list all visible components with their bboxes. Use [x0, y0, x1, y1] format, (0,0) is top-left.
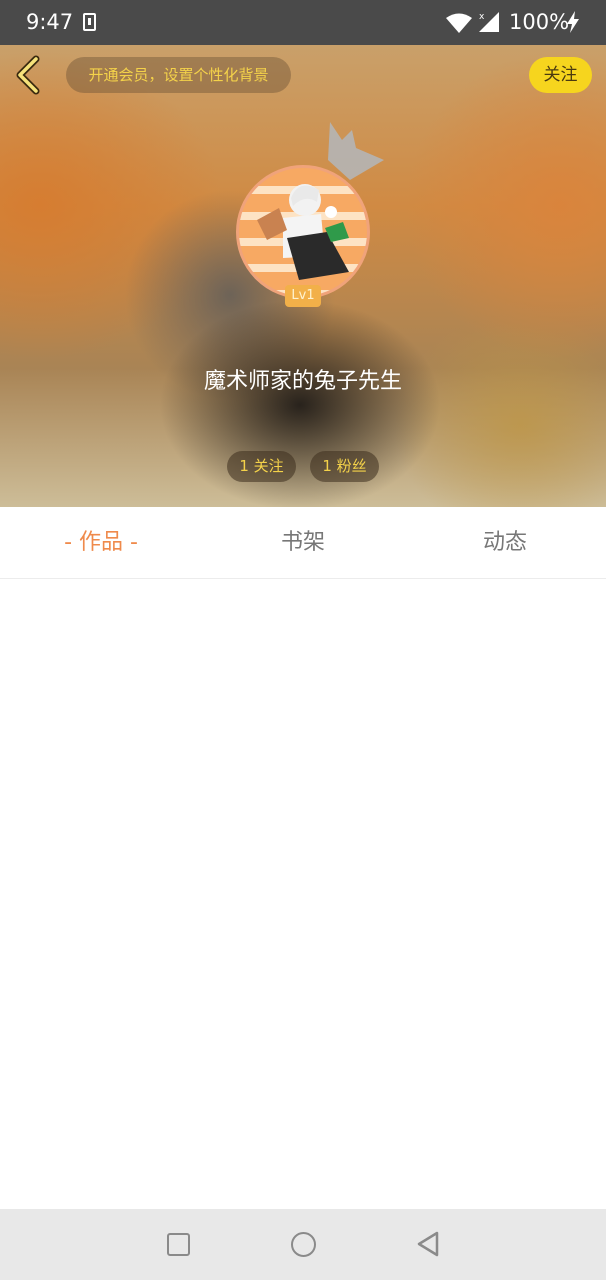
- follow-button[interactable]: 关注: [529, 57, 592, 93]
- fans-count[interactable]: 1 粉丝: [310, 451, 379, 482]
- back-chevron-icon[interactable]: [10, 55, 46, 95]
- charging-icon: [567, 11, 579, 33]
- tab-bookshelf[interactable]: 书架: [202, 507, 404, 579]
- following-count[interactable]: 1 关注: [227, 451, 296, 482]
- svg-text:x: x: [479, 12, 485, 22]
- avatar-illustration: [257, 184, 349, 280]
- signal-icon: x: [479, 12, 499, 32]
- recent-apps-icon[interactable]: [167, 1233, 190, 1256]
- home-icon[interactable]: [291, 1232, 316, 1257]
- avatar[interactable]: [236, 165, 370, 299]
- tab-bar: - 作品 - 书架 动态: [0, 507, 606, 579]
- status-bar: 9:47 x 100%: [0, 0, 606, 45]
- works-content-area: [0, 580, 606, 1209]
- profile-header: 开通会员，设置个性化背景 关注 Lv1 魔术师家的兔子先生 1 关注 1 粉丝: [0, 45, 606, 507]
- navigation-bar: [0, 1209, 606, 1280]
- vip-banner[interactable]: 开通会员，设置个性化背景: [66, 57, 291, 93]
- level-badge: Lv1: [285, 285, 321, 307]
- back-triangle-icon[interactable]: [416, 1231, 440, 1257]
- download-icon: [83, 13, 96, 31]
- username: 魔术师家的兔子先生: [203, 369, 402, 394]
- tab-activity[interactable]: 动态: [404, 507, 606, 579]
- tab-works[interactable]: - 作品 -: [0, 507, 202, 579]
- status-time: 9:47: [26, 10, 74, 34]
- battery-percent: 100%: [509, 10, 570, 34]
- wifi-icon: [446, 13, 472, 33]
